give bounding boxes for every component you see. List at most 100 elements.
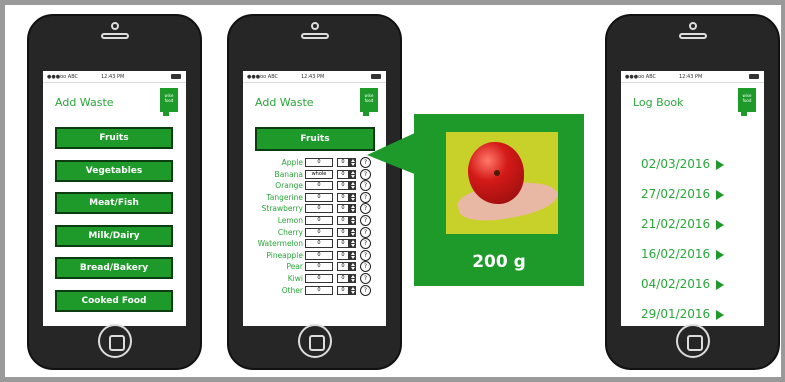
weight-field[interactable]: 0 — [305, 215, 333, 225]
quantity-field[interactable]: 0 — [337, 262, 349, 272]
fruit-name: Pineapple — [266, 250, 303, 260]
log-date: 02/03/2016 — [641, 157, 711, 171]
quantity-field[interactable]: 0 — [337, 192, 349, 202]
quantity-stepper[interactable] — [349, 285, 356, 295]
quantity-stepper[interactable] — [349, 262, 356, 272]
screen-log-book: ●●●oo ABC 12:43 PM Log Book wise food 02/… — [621, 71, 764, 326]
fruit-row: Lemon 0 0? — [243, 214, 386, 227]
info-icon[interactable]: ? — [360, 191, 371, 203]
fruit-name: Banana — [274, 169, 303, 179]
quantity-stepper[interactable] — [349, 239, 356, 249]
fruits-header-button[interactable]: Fruits — [255, 127, 375, 151]
popup-weight-label: 200 g — [472, 252, 526, 272]
category-button-cooked-food[interactable]: Cooked Food — [55, 289, 173, 312]
camera-icon — [310, 22, 319, 30]
weight-field[interactable]: whole — [305, 169, 333, 179]
fruit-row: Kiwi 0 0? — [243, 272, 386, 285]
quantity-stepper[interactable] — [349, 250, 356, 260]
status-bar: ●●●oo ABC 12:43 PM — [43, 71, 186, 83]
weight-field[interactable]: 0 — [305, 273, 333, 283]
quantity-field[interactable]: 0 — [337, 227, 349, 237]
quantity-stepper[interactable] — [349, 227, 356, 237]
log-entry[interactable]: 21/02/2016 — [641, 217, 761, 247]
info-icon[interactable]: ? — [360, 203, 371, 215]
info-icon[interactable]: ? — [360, 261, 371, 273]
phone-log-book: ●●●oo ABC 12:43 PM Log Book wise food 02/… — [605, 14, 780, 370]
weight-field[interactable]: 0 — [305, 285, 333, 295]
quantity-stepper[interactable] — [349, 204, 356, 214]
quantity-field[interactable]: 0 — [337, 285, 349, 295]
info-icon[interactable]: ? — [360, 180, 371, 192]
quantity-field[interactable]: 0 — [337, 215, 349, 225]
info-icon[interactable]: ? — [360, 249, 371, 261]
info-icon[interactable]: ? — [360, 284, 371, 296]
quantity-stepper[interactable] — [349, 273, 356, 283]
info-icon[interactable]: ? — [360, 168, 371, 180]
fruit-name: Orange — [275, 181, 303, 191]
quantity-field[interactable]: 0 — [337, 250, 349, 260]
quantity-field[interactable]: 0 — [337, 169, 349, 179]
home-button[interactable] — [675, 324, 710, 358]
play-arrow-icon — [716, 279, 725, 290]
log-entry[interactable]: 29/01/2016 — [641, 307, 761, 326]
home-button[interactable] — [297, 324, 332, 358]
play-arrow-icon — [716, 309, 725, 320]
weight-field[interactable]: 0 — [305, 204, 333, 214]
fruit-row: Pineapple 0 0? — [243, 249, 386, 262]
status-bar: ●●●oo ABC 12:43 PM — [621, 71, 764, 83]
fruit-row: Pear 0 0? — [243, 261, 386, 273]
weight-field[interactable]: 0 — [305, 192, 333, 202]
log-entry[interactable]: 27/02/2016 — [641, 187, 761, 217]
apple-photo — [446, 132, 558, 234]
quantity-field[interactable]: 0 — [337, 273, 349, 283]
log-entry[interactable]: 04/02/2016 — [641, 277, 761, 307]
fruit-row: Other 0 0? — [243, 284, 386, 297]
weight-field[interactable]: 0 — [305, 227, 333, 237]
quantity-stepper[interactable] — [349, 169, 356, 179]
weight-field[interactable]: 0 — [305, 250, 333, 260]
quantity-stepper[interactable] — [349, 215, 356, 225]
fruit-row: Cherry 0 0? — [243, 226, 386, 239]
quantity-stepper[interactable] — [349, 158, 356, 167]
log-date: 21/02/2016 — [641, 217, 711, 231]
info-icon[interactable]: ? — [360, 272, 371, 284]
log-entry[interactable]: 16/02/2016 — [641, 247, 761, 277]
log-entry[interactable]: 02/03/2016 — [641, 157, 761, 187]
battery-icon — [171, 74, 181, 79]
phone-add-waste: ●●●oo ABC 12:43 PM Add Waste wise food Fr… — [27, 14, 202, 370]
quantity-stepper[interactable] — [349, 192, 356, 202]
info-icon[interactable]: ? — [360, 238, 371, 250]
quantity-field[interactable]: 0 — [337, 204, 349, 214]
weight-field[interactable]: 0 — [305, 158, 333, 167]
app-logo: wise food — [160, 88, 178, 116]
info-icon[interactable]: ? — [360, 157, 371, 168]
category-button-vegetables[interactable]: Vegetables — [55, 159, 173, 182]
weight-field[interactable]: 0 — [305, 239, 333, 249]
weight-popup: 200 g — [414, 114, 584, 286]
fruit-row: Tangerine 0 0? — [243, 191, 386, 204]
mockup-canvas: ●●●oo ABC 12:43 PM Add Waste wise food Fr… — [5, 5, 781, 377]
category-button-meat-fish[interactable]: Meat/Fish — [55, 192, 173, 214]
quantity-stepper[interactable] — [349, 181, 356, 191]
quantity-field[interactable]: 0 — [337, 158, 349, 167]
weight-field[interactable]: 0 — [305, 262, 333, 272]
fruit-row: Banana whole 0? — [243, 168, 386, 181]
weight-field[interactable]: 0 — [305, 181, 333, 191]
camera-icon — [688, 22, 697, 30]
fruit-name: Kiwi — [287, 273, 303, 283]
quantity-field[interactable]: 0 — [337, 181, 349, 191]
battery-icon — [749, 74, 759, 79]
home-button[interactable] — [97, 324, 132, 358]
info-icon[interactable]: ? — [360, 214, 371, 226]
phone-fruits: ●●●oo ABC 12:43 PM Add Waste wise food Fr… — [227, 14, 402, 370]
log-date: 04/02/2016 — [641, 277, 711, 291]
quantity-field[interactable]: 0 — [337, 239, 349, 249]
log-date: 16/02/2016 — [641, 247, 711, 261]
category-button-fruits[interactable]: Fruits — [55, 127, 173, 149]
category-button-bread-bakery[interactable]: Bread/Bakery — [55, 257, 173, 279]
fruit-name: Lemon — [277, 215, 303, 225]
play-arrow-icon — [716, 219, 725, 230]
info-icon[interactable]: ? — [360, 226, 371, 238]
carrier-label: ●●●oo ABC — [47, 74, 79, 80]
category-button-milk-dairy[interactable]: Milk/Dairy — [55, 224, 173, 247]
